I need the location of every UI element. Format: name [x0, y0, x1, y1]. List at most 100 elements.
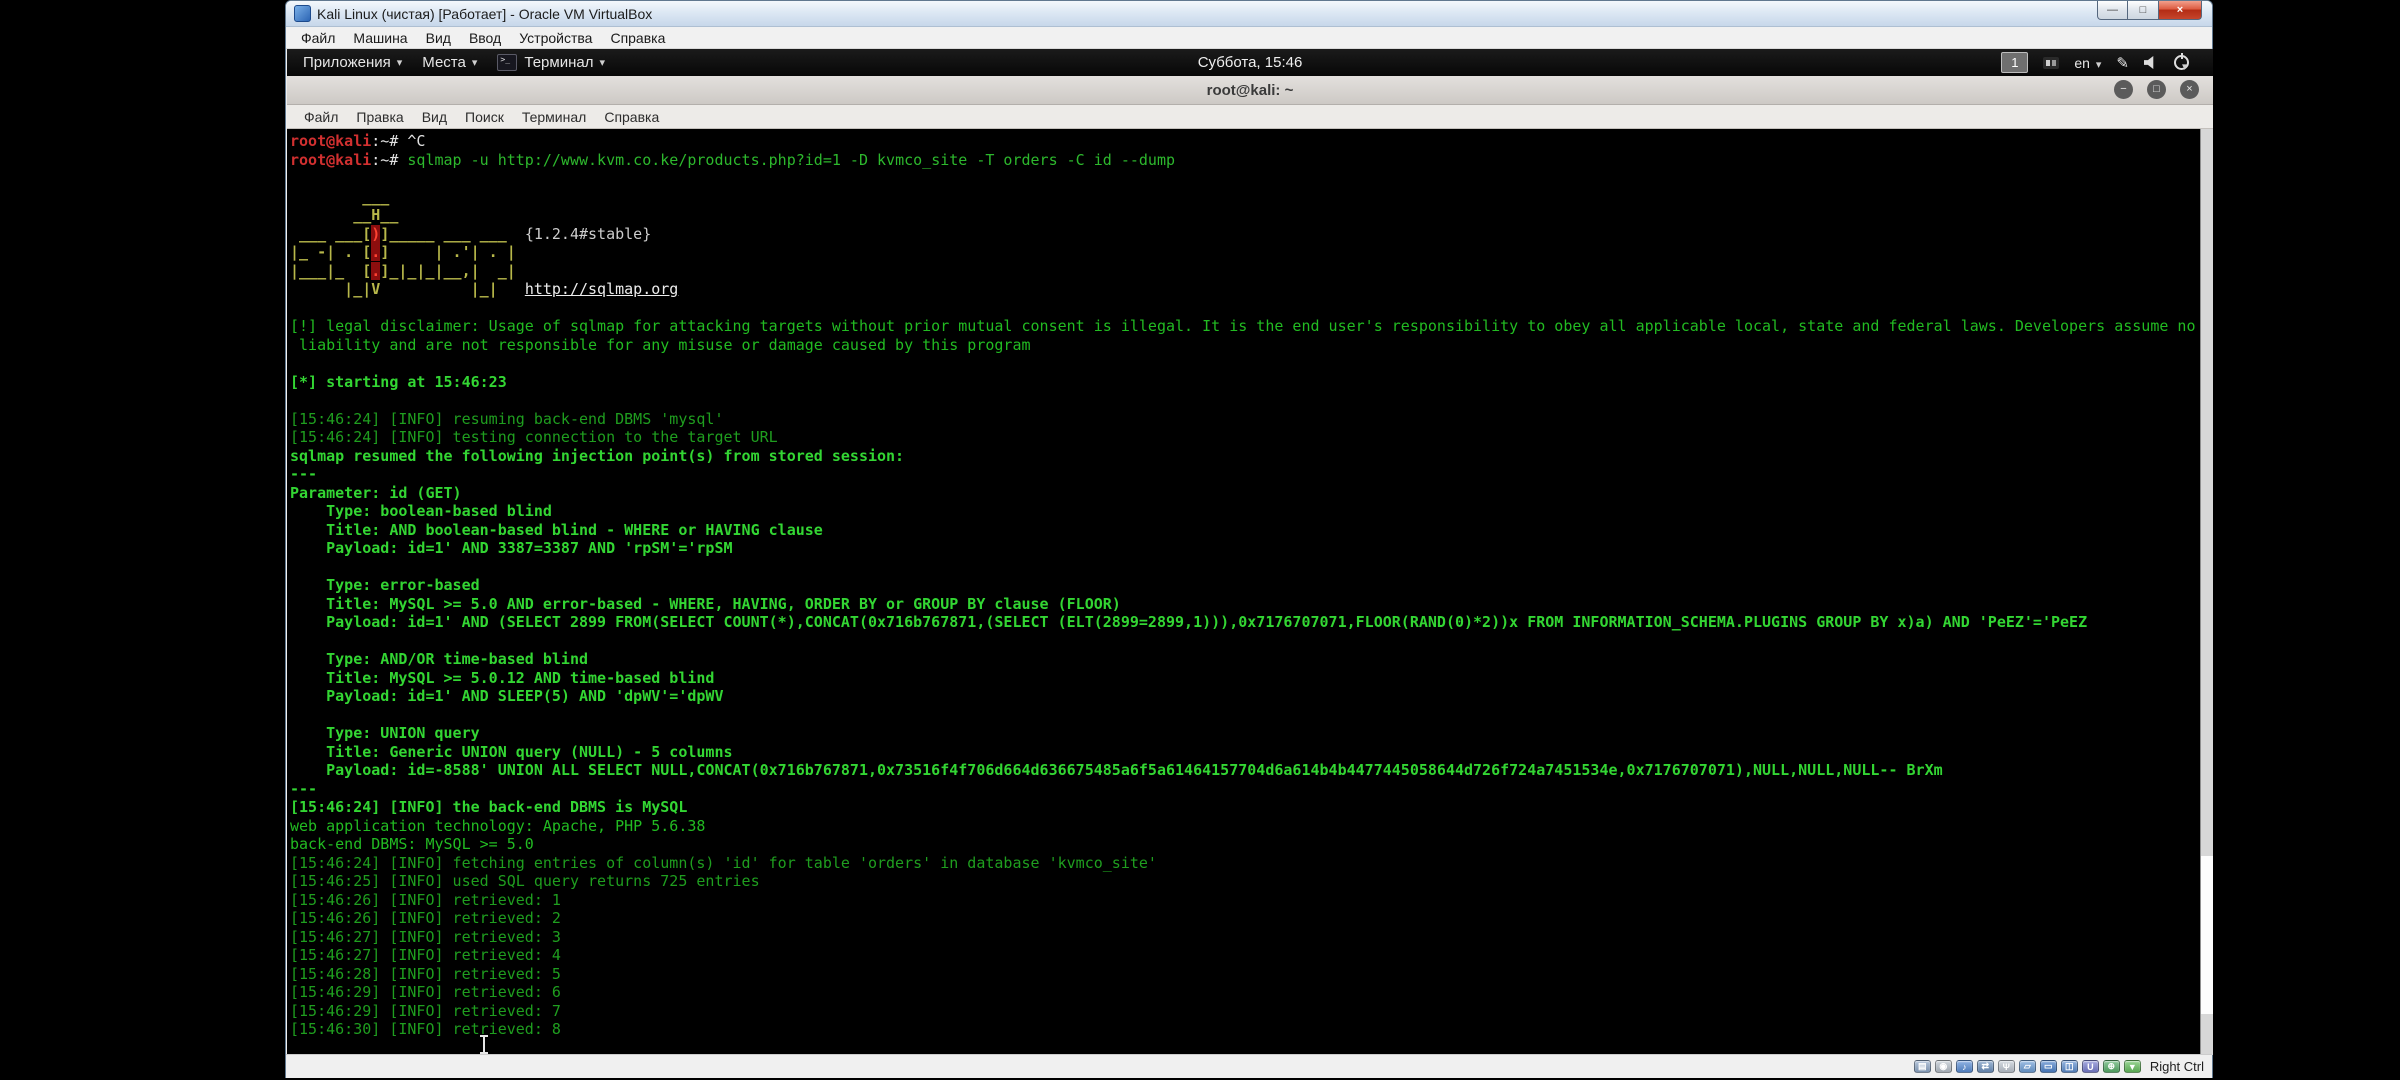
- terminal-line: Title: AND boolean-based blind - WHERE o…: [290, 521, 2197, 540]
- terminal-window-controls: −□ ×: [2114, 80, 2199, 99]
- kali-top-panel: Приложения Места Терминал Суббота, 15:46…: [287, 49, 2213, 76]
- terminal-icon: [497, 54, 517, 71]
- terminal-line: [290, 391, 2197, 410]
- display-icon[interactable]: ▭: [2040, 1060, 2057, 1073]
- terminal-line: Title: MySQL >= 5.0 AND error-based - WH…: [290, 595, 2197, 614]
- vbox-window-title: Kali Linux (чистая) [Работает] - Oracle …: [317, 6, 652, 22]
- notes-icon[interactable]: ✎: [2116, 54, 2129, 72]
- usb-icon[interactable]: Ψ: [1998, 1060, 2015, 1073]
- keyboard-layout-indicator[interactable]: en: [2074, 55, 2101, 71]
- applications-menu[interactable]: Приложения: [293, 49, 412, 76]
- keyboard-capture-icon[interactable]: ▼: [2124, 1060, 2141, 1073]
- vbox-menu-Устройства[interactable]: Устройства: [510, 30, 601, 46]
- vbox-menu-Ввод[interactable]: Ввод: [460, 30, 510, 46]
- terminal-minimize-button[interactable]: −: [2114, 80, 2133, 99]
- places-menu-label: Места: [422, 54, 466, 71]
- places-menu[interactable]: Места: [412, 49, 487, 76]
- terminal-line: Payload: id=1' AND 3387=3387 AND 'rpSM'=…: [290, 539, 2197, 558]
- terminal-menu-Справка[interactable]: Справка: [595, 109, 668, 125]
- terminal-line: Title: Generic UNION query (NULL) - 5 co…: [290, 743, 2197, 762]
- terminal-line: liability and are not responsible for an…: [290, 336, 2197, 355]
- power-icon[interactable]: [2174, 55, 2189, 70]
- shared-folders-icon[interactable]: ▱: [2019, 1060, 2036, 1073]
- terminal-line: Type: AND/OR time-based blind: [290, 650, 2197, 669]
- terminal-line: [!] legal disclaimer: Usage of sqlmap fo…: [290, 317, 2197, 336]
- terminal-output[interactable]: root@kali:~# ^Croot@kali:~# sqlmap -u ht…: [287, 129, 2213, 1055]
- terminal-line: [*] starting at 15:46:23: [290, 373, 2197, 392]
- terminal-line: Payload: id=-8588' UNION ALL SELECT NULL…: [290, 761, 2197, 780]
- terminal-line: [15:46:25] [INFO] used SQL query returns…: [290, 872, 2197, 891]
- terminal-line: [15:46:26] [INFO] retrieved: 2: [290, 909, 2197, 928]
- terminal-menu-Поиск[interactable]: Поиск: [456, 109, 513, 125]
- hdd-icon[interactable]: ▤: [1914, 1060, 1931, 1073]
- close-button[interactable]: ×: [2158, 1, 2202, 20]
- terminal-line: __H__: [290, 206, 2197, 225]
- audio-icon[interactable]: ♪: [1956, 1060, 1973, 1073]
- terminal-lines: root@kali:~# ^Croot@kali:~# sqlmap -u ht…: [290, 132, 2197, 1039]
- vbox-menu-Вид[interactable]: Вид: [417, 30, 460, 46]
- terminal-line: [15:46:29] [INFO] retrieved: 6: [290, 983, 2197, 1002]
- vbox-menu-Файл[interactable]: Файл: [292, 30, 344, 46]
- terminal-line: Parameter: id (GET): [290, 484, 2197, 503]
- terminal-line: |_|V |_| http://sqlmap.org: [290, 280, 2197, 299]
- terminal-titlebar[interactable]: root@kali: ~ −□ ×: [287, 76, 2213, 105]
- terminal-line: ---: [290, 465, 2197, 484]
- terminal-menu-Правка[interactable]: Правка: [347, 109, 412, 125]
- terminal-menu-Файл[interactable]: Файл: [295, 109, 347, 125]
- text-cursor-icon: [483, 1037, 485, 1052]
- terminal-menubar: ФайлПравкаВидПоискТерминалСправка: [287, 105, 2213, 129]
- terminal-line: sqlmap resumed the following injection p…: [290, 447, 2197, 466]
- optical-disc-icon[interactable]: ◉: [1935, 1060, 1952, 1073]
- minimize-button[interactable]: —: [2097, 1, 2128, 20]
- terminal-launcher[interactable]: Терминал: [487, 49, 615, 76]
- vbox-menu-Машина[interactable]: Машина: [344, 30, 416, 46]
- terminal-line: [290, 169, 2197, 188]
- terminal-menu-Терминал[interactable]: Терминал: [513, 109, 595, 125]
- terminal-line: [290, 632, 2197, 651]
- features-icon[interactable]: U: [2082, 1060, 2099, 1073]
- terminal-line: [15:46:24] [INFO] the back-end DBMS is M…: [290, 798, 2197, 817]
- terminal-menu-Вид[interactable]: Вид: [413, 109, 456, 125]
- terminal-line: [290, 299, 2197, 318]
- restore-button[interactable]: □: [2128, 1, 2158, 20]
- tray-icon[interactable]: [2043, 57, 2059, 69]
- host-key-label: Right Ctrl: [2150, 1059, 2204, 1074]
- volume-icon[interactable]: [2144, 56, 2159, 69]
- terminal-line: web application technology: Apache, PHP …: [290, 817, 2197, 836]
- network-icon[interactable]: ⇄: [1977, 1060, 1994, 1073]
- terminal-line: Title: MySQL >= 5.0.12 AND time-based bl…: [290, 669, 2197, 688]
- terminal-line: [15:46:30] [INFO] retrieved: 8: [290, 1020, 2197, 1039]
- virtualbox-window: Kali Linux (чистая) [Работает] - Oracle …: [285, 0, 2213, 1078]
- terminal-line: [15:46:28] [INFO] retrieved: 5: [290, 965, 2197, 984]
- terminal-line: [290, 354, 2197, 373]
- panel-tray: 1 en ✎: [2001, 49, 2213, 76]
- terminal-line: root@kali:~# ^C: [290, 132, 2197, 151]
- panel-clock[interactable]: Суббота, 15:46: [1198, 49, 1303, 76]
- terminal-line: [290, 558, 2197, 577]
- terminal-line: [15:46:29] [INFO] retrieved: 7: [290, 1002, 2197, 1021]
- terminal-line: [15:46:26] [INFO] retrieved: 1: [290, 891, 2197, 910]
- vbox-menubar: ФайлМашинаВидВводУстройстваСправка: [286, 27, 2212, 49]
- terminal-line: ___: [290, 188, 2197, 207]
- terminal-window-title: root@kali: ~: [287, 76, 2213, 105]
- terminal-line: |___|_ [.]_|_|_|__,| _|: [290, 262, 2197, 281]
- terminal-line: back-end DBMS: MySQL >= 5.0: [290, 835, 2197, 854]
- applications-menu-label: Приложения: [303, 54, 391, 71]
- terminal-close-button[interactable]: ×: [2180, 80, 2199, 99]
- terminal-line: [15:46:24] [INFO] testing connection to …: [290, 428, 2197, 447]
- seamless-icon[interactable]: ◫: [2061, 1060, 2078, 1073]
- mouse-integration-icon[interactable]: ⊕: [2103, 1060, 2120, 1073]
- terminal-line: [15:46:27] [INFO] retrieved: 3: [290, 928, 2197, 947]
- terminal-line: [15:46:27] [INFO] retrieved: 4: [290, 946, 2197, 965]
- terminal-line: Type: error-based: [290, 576, 2197, 595]
- workspace-indicator[interactable]: 1: [2001, 52, 2028, 73]
- terminal-line: [15:46:24] [INFO] fetching entries of co…: [290, 854, 2197, 873]
- vbox-menu-Справка[interactable]: Справка: [601, 30, 674, 46]
- vbox-titlebar[interactable]: Kali Linux (чистая) [Работает] - Oracle …: [286, 1, 2212, 27]
- virtualbox-app-icon: [294, 5, 311, 22]
- terminal-maximize-button[interactable]: □: [2147, 80, 2166, 99]
- terminal-scrollbar-thumb[interactable]: [2200, 856, 2213, 1014]
- terminal-line: Type: UNION query: [290, 724, 2197, 743]
- terminal-line: [290, 706, 2197, 725]
- terminal-line: Payload: id=1' AND (SELECT 2899 FROM(SEL…: [290, 613, 2197, 632]
